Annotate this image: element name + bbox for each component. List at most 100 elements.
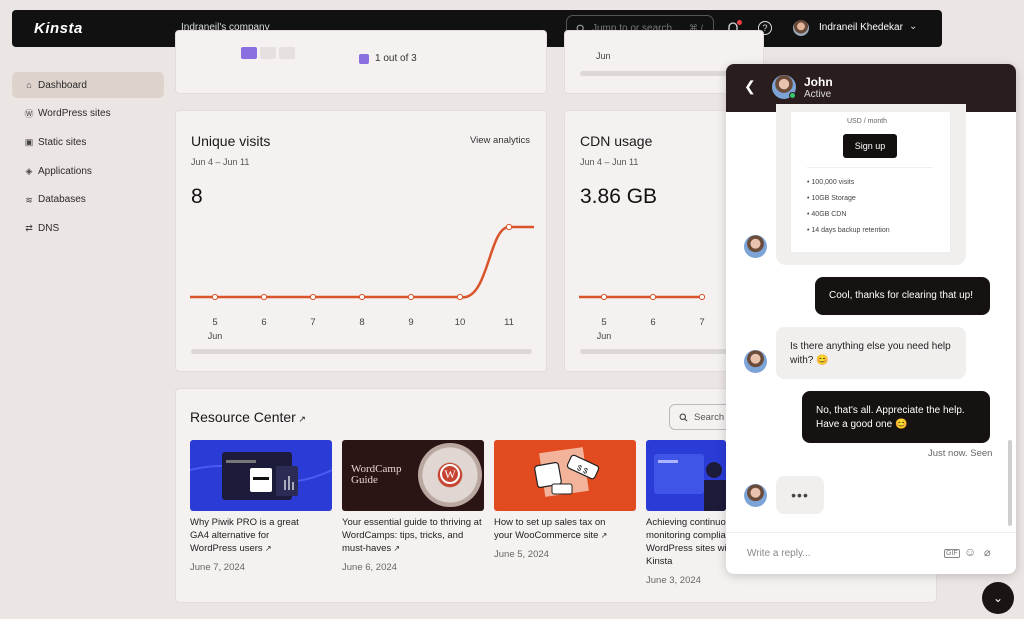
sidebar-item-label: Dashboard	[38, 79, 87, 91]
external-link-icon: ↗	[295, 414, 306, 424]
x-tick-label: 6	[261, 317, 266, 328]
chat-scrollbar[interactable]	[1008, 440, 1012, 526]
chart-data-point[interactable]	[309, 293, 317, 301]
emoji-icon[interactable]: ☺	[964, 545, 976, 559]
sidebar-item-dns[interactable]: ⇄ DNS	[12, 215, 164, 241]
plan-price-suffix: USD / month	[847, 118, 888, 125]
avatar[interactable]	[793, 20, 809, 36]
static-icon: ▣	[24, 137, 34, 148]
sidebar-item-label: Static sites	[38, 136, 87, 148]
search-icon	[679, 413, 688, 422]
reply-input[interactable]: Write a reply...	[747, 548, 811, 559]
article-thumbnail-piwik[interactable]	[190, 440, 332, 511]
wordpress-icon: W	[440, 464, 460, 484]
sidebar-item-label: DNS	[38, 222, 60, 234]
agent-message: Is there anything else you need help wit…	[776, 327, 966, 379]
sidebar-item-applications[interactable]: ◈ Applications	[12, 158, 164, 184]
sidebar-item-databases[interactable]: ≋ Databases	[12, 187, 164, 213]
x-tick-label: 5	[601, 317, 606, 328]
article-title-text: Why Piwik PRO is a great GA4 alternative…	[190, 517, 299, 554]
article-title[interactable]: Why Piwik PRO is a great GA4 alternative…	[190, 516, 300, 555]
chart-data-point[interactable]	[211, 293, 219, 301]
article-title-text: Your essential guide to thriving at Word…	[342, 517, 482, 554]
article-date: June 5, 2024	[494, 549, 549, 560]
chevron-down-icon: ⌄	[992, 591, 1004, 605]
article-title-text: How to set up sales tax on your WooComme…	[494, 517, 606, 541]
legend-bar	[260, 47, 276, 59]
horizontal-scrollbar[interactable]	[580, 71, 750, 76]
plan-feature: • 100,000 visits	[807, 179, 855, 186]
plan-feature-text: 100,000 visits	[811, 179, 855, 186]
search-placeholder: Search	[694, 412, 725, 423]
article-date: June 7, 2024	[190, 562, 245, 573]
chat-toggle-button[interactable]: ⌄	[982, 582, 1014, 614]
kinsta-logo[interactable]: Kinsta	[34, 20, 83, 37]
chart-data-point[interactable]	[698, 293, 706, 301]
article-date: June 3, 2024	[646, 575, 701, 586]
chevron-left-icon[interactable]: ❮	[744, 78, 756, 95]
avatar	[744, 350, 767, 373]
x-tick-label: 8	[359, 317, 364, 328]
dns-icon: ⇄	[25, 223, 33, 234]
reply-composer: Write a reply... GIF ☺ ⌀	[726, 532, 1016, 574]
chart-data-point[interactable]	[260, 293, 268, 301]
unique-visits-card: Unique visits View analytics Jun 4 – Jun…	[175, 110, 547, 372]
sidebar-item-label: Applications	[38, 165, 92, 177]
piwik-illustration	[190, 452, 332, 500]
gif-icon[interactable]: GIF	[944, 549, 960, 558]
database-icon: ≋	[25, 194, 33, 205]
sales-tax-illustration: $ $	[534, 447, 600, 497]
online-indicator	[789, 92, 796, 99]
sidebar-item-label: Databases	[38, 194, 86, 206]
user-name[interactable]: Indraneil Khedekar	[819, 22, 903, 33]
layers-icon: ◈	[25, 166, 33, 177]
x-tick-label: 7	[310, 317, 315, 328]
month-label: Jun	[596, 51, 611, 61]
divider	[807, 167, 933, 168]
unique-visits-chart: 5 6 7 8 9 10 11	[190, 223, 534, 328]
x-tick-label: 11	[504, 317, 514, 328]
chart-data-point[interactable]	[358, 293, 366, 301]
article-title[interactable]: How to set up sales tax on your WooComme…	[494, 516, 622, 542]
external-link-icon: ↗	[262, 544, 272, 553]
sidebar-item-dashboard[interactable]: ⌂ Dashboard	[12, 72, 164, 98]
legend-bar	[279, 47, 295, 59]
external-link-icon: ↗	[598, 531, 608, 540]
user-message: No, that's all. Appreciate the help. Hav…	[802, 391, 990, 443]
legend-bar	[241, 47, 257, 59]
article-title[interactable]: Your essential guide to thriving at Word…	[342, 516, 484, 555]
chevron-down-icon[interactable]: ⌄	[909, 21, 917, 32]
horizontal-scrollbar[interactable]	[191, 349, 532, 354]
chart-data-point[interactable]	[505, 223, 513, 231]
horizontal-scrollbar[interactable]	[580, 349, 750, 354]
attachment-icon[interactable]: ⌀	[984, 546, 991, 559]
plan-feature: • 40GB CDN	[807, 211, 847, 218]
sign-up-button[interactable]: Sign up	[843, 134, 897, 158]
month-label: Jun	[596, 331, 612, 341]
sidebar-item-static-sites[interactable]: ▣ Static sites	[12, 129, 164, 155]
plan-feature-text: 14 days backup retention	[811, 227, 890, 234]
partial-card-left: 1 out of 3	[175, 30, 547, 94]
sidebar: ⌂ Dashboard Ⓦ WordPress sites ▣ Static site…	[12, 72, 164, 244]
x-tick-label: 9	[408, 317, 413, 328]
plan-feature-text: 10GB Storage	[811, 195, 856, 202]
chat-widget: ❮ John Active USD / month Sign up • 100,…	[726, 64, 1016, 574]
chart-data-point[interactable]	[649, 293, 657, 301]
plan-feature: • 14 days backup retention	[807, 227, 890, 234]
article-thumbnail-security[interactable]	[646, 440, 726, 511]
article-thumbnail-wordcamp[interactable]: WordCamp Guide W	[342, 440, 484, 511]
resource-center-title[interactable]: Resource Center ↗	[190, 409, 306, 425]
x-tick-label: 7	[699, 317, 704, 328]
sidebar-item-wordpress-sites[interactable]: Ⓦ WordPress sites	[12, 101, 164, 127]
chart-data-point[interactable]	[407, 293, 415, 301]
avatar	[744, 484, 767, 507]
seen-status: Just now. Seen	[928, 448, 993, 459]
chart-data-point[interactable]	[600, 293, 608, 301]
chart-data-point[interactable]	[456, 293, 464, 301]
avatar	[744, 235, 767, 258]
x-tick-label: 5	[212, 317, 217, 328]
article-thumbnail-sales-tax[interactable]: $ $	[494, 440, 636, 511]
resource-center-title-text: Resource Center	[190, 409, 296, 425]
plan-card: USD / month Sign up • 100,000 visits • 1…	[790, 111, 951, 253]
wordcamp-thumb-text: WordCamp Guide	[351, 463, 402, 486]
